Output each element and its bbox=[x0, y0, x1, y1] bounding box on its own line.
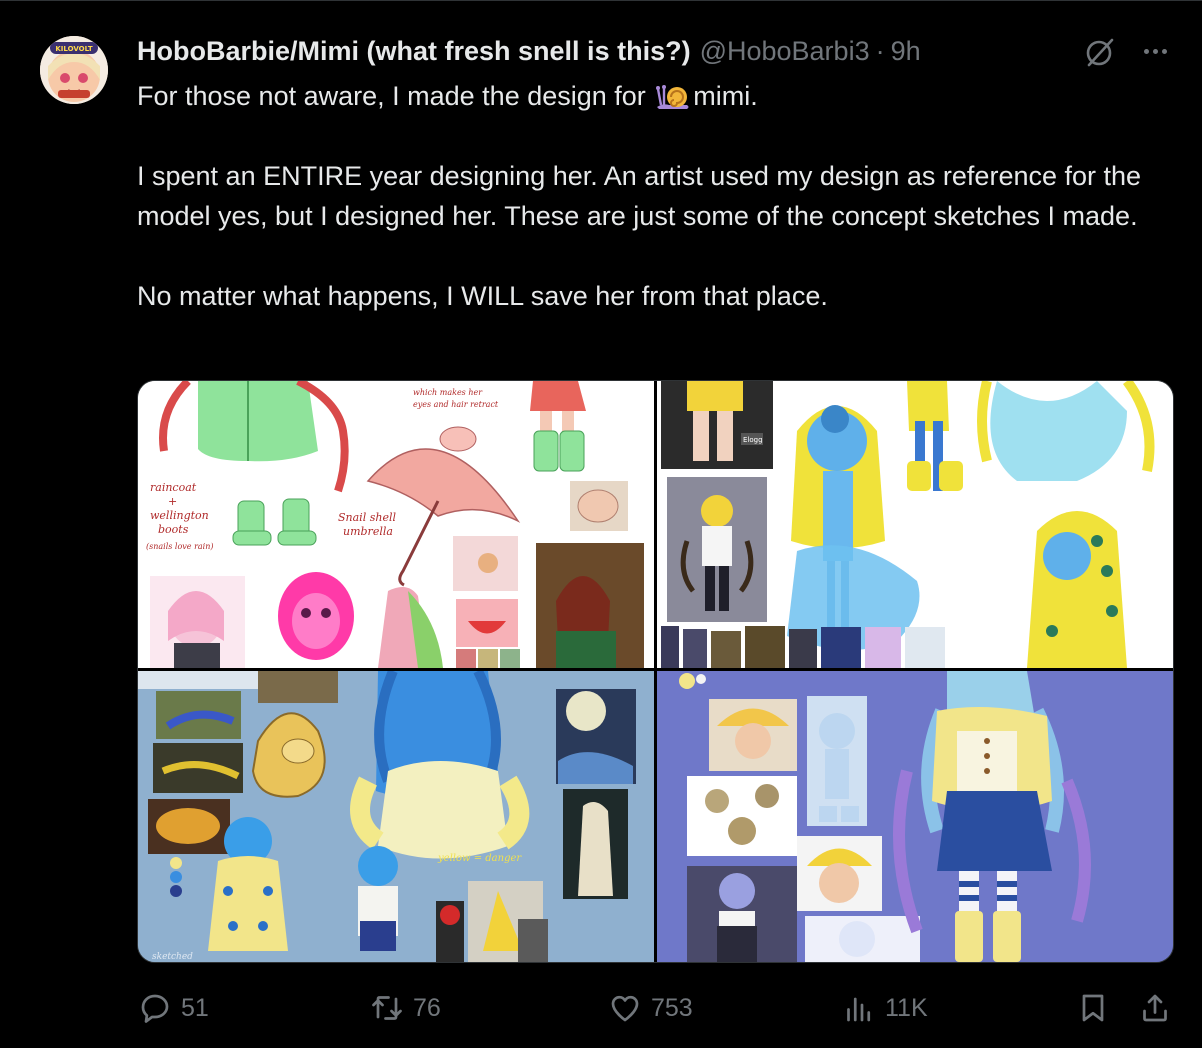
tweet-line-2: I spent an ENTIRE year designing her. An… bbox=[137, 161, 1142, 231]
like-icon bbox=[611, 995, 639, 1022]
concept-sketch-image-2[interactable]: Elogg bbox=[657, 381, 1173, 668]
reply-count: 51 bbox=[181, 993, 209, 1022]
tweet-line-1-after: mimi. bbox=[693, 81, 758, 111]
avatar-badge-text: KILOVOLT bbox=[55, 45, 93, 53]
like-count: 753 bbox=[651, 993, 693, 1022]
like-button[interactable]: 753 bbox=[607, 986, 693, 1030]
annotation-boots: boots bbox=[158, 523, 189, 536]
reply-button[interactable]: 51 bbox=[137, 986, 209, 1030]
concept-sketch-image-4[interactable] bbox=[657, 671, 1173, 962]
avatar[interactable]: KILOVOLT bbox=[40, 36, 108, 104]
annotation-sketched: sketched bbox=[152, 952, 193, 962]
concept-sketch-image-3[interactable]: yellow = danger sketched bbox=[138, 671, 654, 962]
reply-icon bbox=[141, 994, 169, 1023]
tweet-line-1-before: For those not aware, I made the design f… bbox=[137, 81, 646, 111]
retweet-icon bbox=[372, 996, 402, 1020]
tweet-timestamp[interactable]: 9h bbox=[891, 36, 921, 67]
elogg-label: Elogg bbox=[743, 436, 763, 444]
media-divider-vertical bbox=[654, 381, 657, 962]
action-bar: 51 76 753 11K bbox=[137, 986, 1177, 1030]
snail-emoji-icon bbox=[655, 81, 691, 111]
share-button[interactable] bbox=[1137, 986, 1181, 1030]
display-name[interactable]: HoboBarbie/Mimi (what fresh snell is thi… bbox=[137, 36, 691, 67]
retweet-count: 76 bbox=[413, 993, 441, 1022]
tweet-header: HoboBarbie/Mimi (what fresh snell is thi… bbox=[137, 34, 921, 68]
annotation-retract-2: eyes and hair retract bbox=[413, 400, 499, 409]
bookmark-icon bbox=[1082, 994, 1104, 1022]
annotation-wellington: wellington bbox=[150, 509, 209, 522]
media-divider-horizontal bbox=[138, 668, 1173, 671]
retweet-button[interactable]: 76 bbox=[369, 986, 441, 1030]
views-icon bbox=[847, 997, 871, 1022]
tweet-line-3: No matter what happens, I WILL save her … bbox=[137, 281, 828, 311]
header-separator: · bbox=[875, 35, 885, 66]
share-icon bbox=[1143, 994, 1167, 1022]
annotation-plus: + bbox=[168, 495, 177, 508]
annotation-raincoat: raincoat bbox=[150, 481, 197, 494]
annotation-umbrella: umbrella bbox=[343, 525, 393, 538]
more-icon[interactable] bbox=[1138, 34, 1172, 68]
grok-icon[interactable] bbox=[1082, 34, 1118, 70]
tweet-text: For those not aware, I made the design f… bbox=[137, 76, 1182, 316]
annotation-retract-1: which makes her bbox=[413, 388, 483, 397]
views-button[interactable]: 11K bbox=[841, 986, 928, 1030]
user-handle[interactable]: @HoboBarbi3 bbox=[700, 36, 870, 67]
annotation-yellow-danger: yellow = danger bbox=[437, 853, 522, 864]
annotation-snail-shell: Snail shell bbox=[338, 511, 396, 524]
concept-sketch-image-1[interactable]: raincoat + wellington boots (snails love… bbox=[138, 381, 654, 668]
views-count: 11K bbox=[885, 993, 928, 1022]
bookmark-button[interactable] bbox=[1075, 986, 1119, 1030]
timeline-divider bbox=[0, 0, 1202, 1]
media-grid: raincoat + wellington boots (snails love… bbox=[137, 380, 1174, 963]
tweet-line-1: For those not aware, I made the design f… bbox=[137, 76, 1182, 116]
annotation-snails-love-rain: (snails love rain) bbox=[146, 542, 214, 551]
